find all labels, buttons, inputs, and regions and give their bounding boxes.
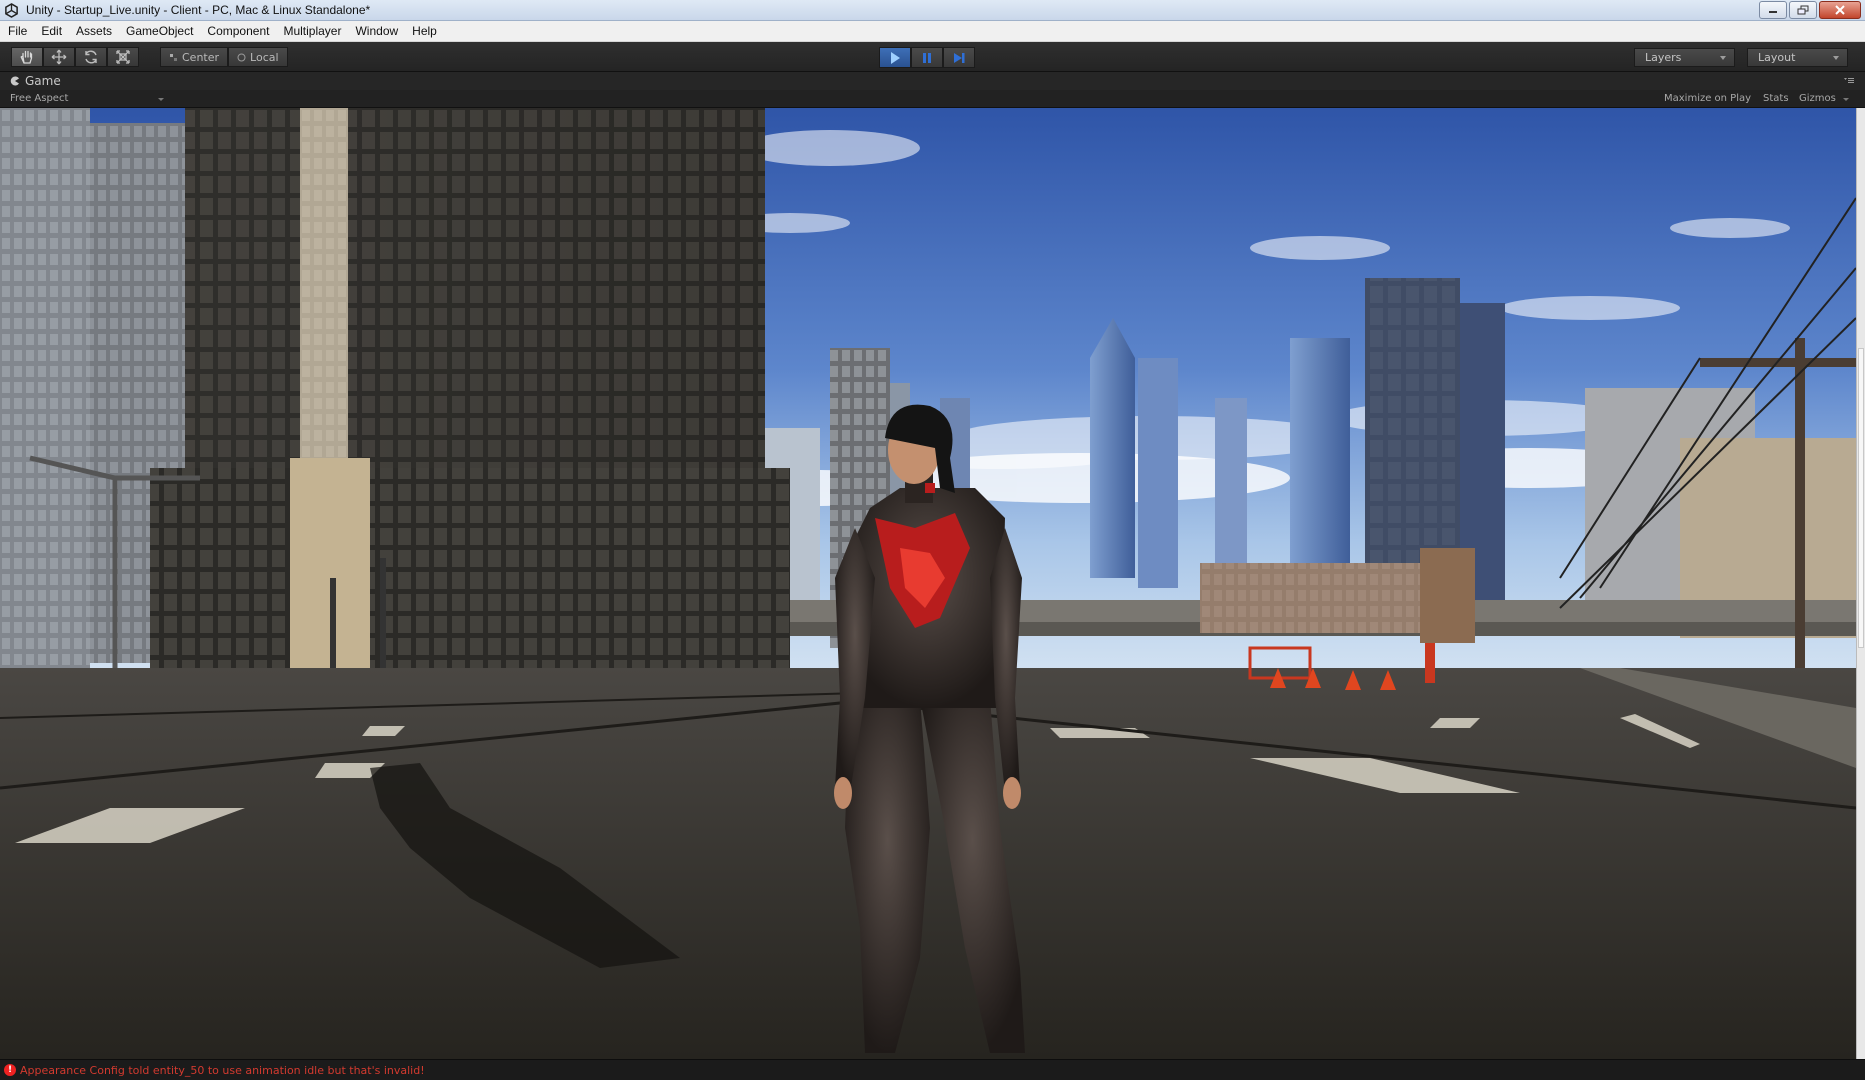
layout-dropdown[interactable]: Layout: [1747, 48, 1848, 67]
status-message: Appearance Config told entity_50 to use …: [20, 1064, 425, 1077]
game-view-toolbar: Free Aspect Maximize on Play Stats Gizmo…: [0, 90, 1865, 108]
tab-game[interactable]: Game: [0, 72, 80, 90]
play-controls: [879, 47, 975, 68]
gizmos-dropdown[interactable]: Gizmos: [1799, 93, 1836, 104]
unity-logo-icon: [5, 3, 18, 18]
menu-assets[interactable]: Assets: [76, 24, 112, 38]
layout-label: Layout: [1758, 51, 1796, 64]
scrollbar-thumb[interactable]: [1858, 348, 1864, 648]
console-status-bar[interactable]: ! Appearance Config told entity_50 to us…: [0, 1059, 1865, 1080]
scale-tool-button[interactable]: [107, 47, 139, 67]
menu-file[interactable]: File: [8, 24, 27, 38]
step-icon: [954, 52, 965, 63]
viewport-scrollbar[interactable]: [1856, 108, 1865, 1059]
pause-button[interactable]: [911, 47, 943, 68]
pivot-local-icon: [237, 53, 246, 61]
layers-dropdown[interactable]: Layers: [1634, 48, 1735, 67]
pivot-rotation-button[interactable]: Local: [228, 47, 288, 67]
menu-window[interactable]: Window: [355, 24, 398, 38]
menu-edit[interactable]: Edit: [41, 24, 62, 38]
chevron-down-icon: [1843, 98, 1849, 101]
chevron-down-icon: [158, 98, 164, 101]
hand-tool-button[interactable]: [11, 47, 43, 67]
restore-button[interactable]: [1789, 1, 1817, 19]
pivot-rotation-label: Local: [250, 50, 279, 64]
minimize-icon: [1769, 11, 1777, 13]
play-button[interactable]: [879, 47, 911, 68]
move-tool-button[interactable]: [43, 47, 75, 67]
scale-tool-icon: [116, 50, 130, 64]
pivot-center-icon: [170, 53, 177, 61]
stats-toggle[interactable]: Stats: [1763, 93, 1789, 104]
tab-game-label: Game: [25, 74, 61, 88]
menu-gameobject[interactable]: GameObject: [126, 24, 193, 38]
title-bar: Unity - Startup_Live.unity - Client - PC…: [0, 0, 1865, 21]
pause-icon: [923, 52, 931, 63]
game-pacman-icon: [10, 76, 19, 86]
close-icon: [1835, 5, 1845, 15]
pivot-mode-button[interactable]: Center: [160, 47, 229, 67]
step-button[interactable]: [943, 47, 975, 68]
menu-help[interactable]: Help: [412, 24, 437, 38]
game-viewport[interactable]: [0, 108, 1856, 1059]
hand-tool-icon: [20, 50, 33, 64]
menu-bar: File Edit Assets GameObject Component Mu…: [0, 21, 1865, 42]
play-icon: [891, 51, 900, 64]
pivot-controls: Center Local: [160, 47, 288, 67]
main-toolbar: Center Local Layers Layout: [0, 42, 1865, 72]
layers-label: Layers: [1645, 51, 1682, 64]
window-title: Unity - Startup_Live.unity - Client - PC…: [26, 3, 371, 17]
pivot-mode-label: Center: [182, 50, 220, 64]
restore-icon: [1797, 5, 1809, 15]
rotate-tool-icon: [85, 50, 97, 64]
game-tab-bar: Game: [0, 72, 1865, 90]
window-controls: [1759, 1, 1861, 19]
chevron-down-icon: [1720, 56, 1726, 60]
unity-editor-window: Unity - Startup_Live.unity - Client - PC…: [0, 0, 1865, 1080]
rotate-tool-button[interactable]: [75, 47, 107, 67]
error-icon: !: [4, 1064, 16, 1076]
chevron-down-icon: [1833, 56, 1839, 60]
maximize-on-play-toggle[interactable]: Maximize on Play: [1664, 93, 1751, 104]
menu-component[interactable]: Component: [207, 24, 269, 38]
close-button[interactable]: [1819, 1, 1861, 19]
transform-tools: [11, 47, 139, 67]
move-tool-icon: [51, 49, 67, 65]
menu-multiplayer[interactable]: Multiplayer: [283, 24, 341, 38]
minimize-button[interactable]: [1759, 1, 1787, 19]
aspect-dropdown[interactable]: Free Aspect: [10, 93, 68, 104]
game-scene: [0, 108, 1856, 1059]
tab-menu-icon[interactable]: [1843, 77, 1855, 85]
